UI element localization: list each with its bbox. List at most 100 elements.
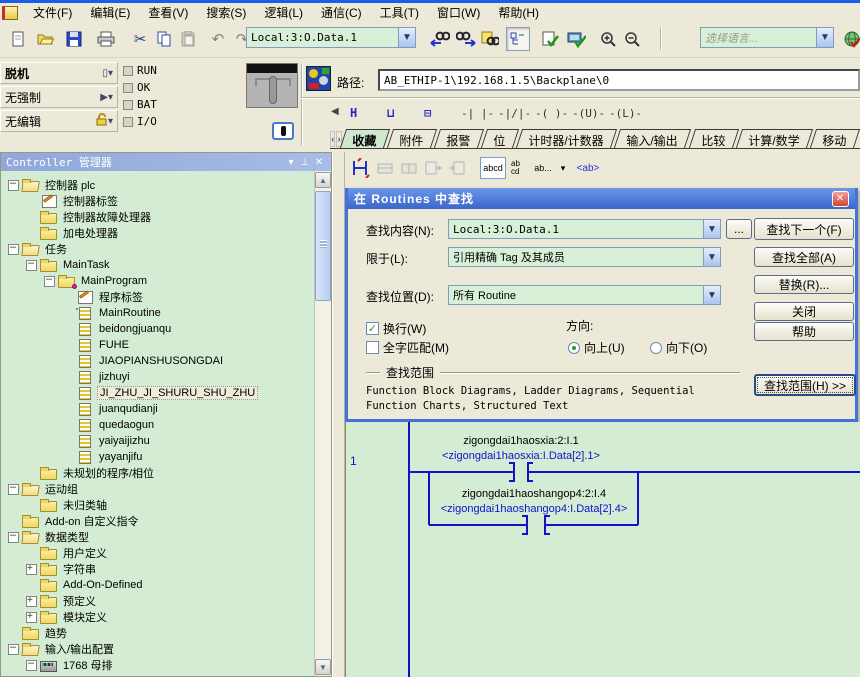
checkbox-checked-icon[interactable]: ✓ bbox=[366, 322, 379, 335]
find-in-routines-icon[interactable] bbox=[478, 27, 502, 51]
tree-item[interactable]: 预定义 bbox=[1, 593, 314, 609]
radio-off-icon[interactable] bbox=[650, 342, 662, 354]
import-rung-icon[interactable] bbox=[445, 157, 469, 179]
tab-scroll-left-icon[interactable]: ‹ bbox=[330, 131, 335, 147]
menu-item[interactable]: 窗口(W) bbox=[428, 3, 489, 22]
chevron-down-icon[interactable]: ▾ bbox=[556, 157, 570, 179]
palette-tab[interactable]: 位 bbox=[481, 129, 519, 148]
branch-icon[interactable]: ⊔ bbox=[381, 103, 400, 123]
expand-toggle-icon[interactable] bbox=[26, 260, 37, 271]
menu-item[interactable]: 搜索(S) bbox=[197, 3, 255, 22]
pin-icon[interactable]: ⊥ bbox=[298, 157, 312, 168]
forces-row[interactable]: 无强制 ▶▾ bbox=[0, 86, 118, 108]
expand-toggle-icon[interactable] bbox=[26, 564, 37, 575]
undo-icon[interactable]: ↶ bbox=[206, 27, 230, 51]
controller-state-button[interactable] bbox=[272, 122, 294, 140]
expand-toggle-icon[interactable] bbox=[44, 276, 55, 287]
organizer-toggle-icon[interactable] bbox=[506, 27, 530, 51]
open-icon[interactable] bbox=[34, 27, 58, 51]
tree-item[interactable]: 控制器 plc bbox=[1, 177, 314, 193]
scroll-thumb[interactable] bbox=[315, 191, 331, 301]
branch-insert-icon[interactable] bbox=[373, 157, 397, 179]
contact-tag-name[interactable]: zigongdai1haoshangop4:2:I.4 bbox=[404, 488, 664, 500]
menu-item[interactable]: 文件(F) bbox=[24, 3, 81, 22]
copy-icon[interactable] bbox=[152, 27, 176, 51]
palette-collapse-icon[interactable]: ◀ bbox=[331, 106, 339, 117]
close-icon[interactable]: ✕ bbox=[312, 157, 326, 168]
save-icon[interactable] bbox=[62, 27, 86, 51]
tree-item[interactable]: yaiyaijizhu bbox=[1, 433, 314, 449]
expand-toggle-icon[interactable] bbox=[8, 644, 19, 655]
tree-item[interactable]: Add-on 自定义指令 bbox=[1, 513, 314, 529]
dialog-titlebar[interactable]: 在 Routines 中查找 ✕ bbox=[348, 188, 855, 209]
replace-button[interactable]: 替换(R)... bbox=[754, 275, 854, 294]
search-back-icon[interactable] bbox=[428, 27, 452, 51]
chevron-down-icon[interactable]: ▼ bbox=[398, 28, 415, 47]
verify-controller-icon[interactable] bbox=[564, 27, 588, 51]
palette-tab[interactable]: 计算/数学 bbox=[736, 129, 814, 148]
panel-splitter[interactable] bbox=[332, 152, 345, 677]
chevron-down-icon[interactable]: ▼ bbox=[703, 220, 720, 238]
palette-tab[interactable]: 收藏 bbox=[340, 129, 390, 148]
search-forward-icon[interactable] bbox=[454, 27, 478, 51]
menu-item[interactable]: 工具(T) bbox=[371, 3, 428, 22]
tree-item[interactable]: 字符串 bbox=[1, 561, 314, 577]
language-globe-icon[interactable] bbox=[840, 27, 860, 51]
tree-item[interactable]: 控制器标签 bbox=[1, 193, 314, 209]
menu-item[interactable]: 逻辑(L) bbox=[255, 3, 312, 22]
chevron-down-icon[interactable]: ▼ bbox=[703, 248, 720, 266]
tree-item[interactable]: 1768 母排 bbox=[1, 657, 314, 673]
tree-item[interactable]: MainRoutine bbox=[1, 305, 314, 321]
expand-toggle-icon[interactable] bbox=[26, 660, 37, 671]
tag-combo[interactable]: Local:3:O.Data.1 ▼ bbox=[246, 27, 416, 48]
language-combo[interactable]: 选择语言... ▼ bbox=[700, 27, 834, 48]
find-next-button[interactable]: 查找下一个(F) bbox=[754, 218, 854, 240]
truncate-tag-names-button[interactable]: ab... bbox=[530, 157, 556, 179]
paste-icon[interactable] bbox=[176, 27, 200, 51]
verify-routine-icon[interactable] bbox=[538, 27, 562, 51]
tree-item[interactable]: quedaogun bbox=[1, 417, 314, 433]
zoom-in-icon[interactable] bbox=[596, 27, 620, 51]
tree-item[interactable]: 趋势 bbox=[1, 625, 314, 641]
show-tag-names-button[interactable]: abcd bbox=[480, 157, 506, 179]
within-combo[interactable]: 引用精确 Tag 及其成员 ▼ bbox=[448, 247, 721, 267]
tree-item[interactable]: 程序标签 bbox=[1, 289, 314, 305]
export-rung-icon[interactable] bbox=[421, 157, 445, 179]
whole-word-checkbox[interactable]: 全字匹配(M) bbox=[366, 339, 449, 356]
contact-tag-name[interactable]: zigongdai1haosxia:2:I.1 bbox=[391, 435, 651, 447]
tree-item[interactable]: 运动组 bbox=[1, 481, 314, 497]
find-what-combo[interactable]: Local:3:O.Data.1 ▼ bbox=[448, 219, 721, 239]
tree-item[interactable]: FUHE bbox=[1, 337, 314, 353]
chevron-down-icon[interactable]: ▾ bbox=[108, 116, 113, 127]
tree-item[interactable]: MainProgram bbox=[1, 273, 314, 289]
print-icon[interactable] bbox=[94, 27, 118, 51]
palette-tab[interactable]: 计时器/计数器 bbox=[516, 129, 618, 148]
new-icon[interactable] bbox=[6, 27, 30, 51]
tree-item[interactable]: JI_ZHU_JI_SHURU_SHU_ZHU bbox=[1, 385, 314, 401]
chevron-down-icon[interactable]: ▾ bbox=[108, 92, 113, 103]
chevron-down-icon[interactable]: ▾ bbox=[108, 68, 113, 79]
expand-toggle-icon[interactable] bbox=[44, 676, 55, 677]
help-button[interactable]: 帮助 bbox=[754, 322, 854, 341]
tree-item[interactable]: 任务 bbox=[1, 241, 314, 257]
palette-tab[interactable]: 附件 bbox=[387, 129, 437, 148]
tree-item[interactable]: 控制器故障处理器 bbox=[1, 209, 314, 225]
scope-button[interactable]: 查找范围(H) >> bbox=[754, 374, 856, 396]
scroll-up-icon[interactable]: ▲ bbox=[315, 172, 331, 188]
tree-item[interactable]: juanqudianji bbox=[1, 401, 314, 417]
tree-item[interactable]: MainTask bbox=[1, 257, 314, 273]
chevron-down-icon[interactable]: ▾ bbox=[284, 157, 298, 168]
close-button[interactable]: 关闭 bbox=[754, 302, 854, 321]
branch-append-icon[interactable] bbox=[397, 157, 421, 179]
chevron-down-icon[interactable]: ▼ bbox=[703, 286, 720, 304]
edit-rung-icon[interactable] bbox=[347, 157, 375, 179]
tree-scrollbar[interactable]: ▲ ▼ bbox=[314, 171, 331, 676]
look-in-combo[interactable]: 所有 Routine ▼ bbox=[448, 285, 721, 305]
tree-item[interactable]: 模块定义 bbox=[1, 609, 314, 625]
menu-item[interactable]: 帮助(H) bbox=[489, 3, 548, 22]
tree-item[interactable]: 数据类型 bbox=[1, 529, 314, 545]
find-all-button[interactable]: 查找全部(A) bbox=[754, 247, 854, 267]
ladder-view[interactable]: 1 zigongdai1haosxia:2:I.1 <zigongda bbox=[345, 422, 860, 677]
tree-item[interactable]: 未规划的程序/相位 bbox=[1, 465, 314, 481]
expand-toggle-icon[interactable] bbox=[8, 532, 19, 543]
